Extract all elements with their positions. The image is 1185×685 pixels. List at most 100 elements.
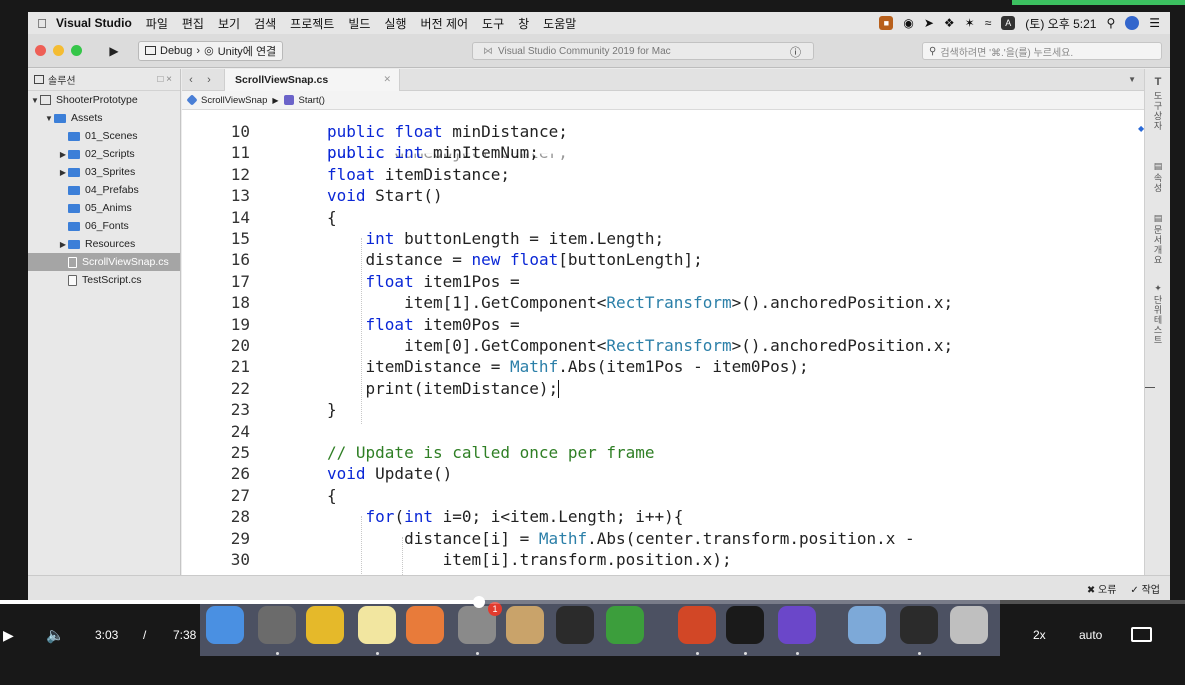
zoom-window-button[interactable] — [71, 45, 82, 56]
record-icon[interactable]: ■ — [879, 16, 894, 30]
tree-item[interactable]: ▶ Resources — [28, 235, 180, 253]
playback-speed-button[interactable]: 2x — [1033, 628, 1046, 642]
code-token: float — [327, 164, 376, 184]
disclosure-triangle-icon[interactable]: ▼ — [30, 96, 40, 105]
disclosure-triangle-icon[interactable]: ▶ — [58, 240, 68, 249]
tree-item-label: 01_Scenes — [85, 130, 138, 142]
code-token: .Abs(item1Pos - item0Pos); — [558, 357, 809, 377]
menu-item[interactable]: 프로젝트 — [290, 15, 334, 32]
tree-item[interactable]: 05_Anims — [28, 199, 180, 217]
menu-item[interactable]: 도움말 — [543, 15, 576, 32]
clock[interactable]: (토) 오후 5:21 — [1025, 15, 1096, 32]
menu-item[interactable]: 버전 제어 — [421, 15, 469, 32]
tab-document-outline[interactable]: 문서 개요 — [1150, 225, 1166, 265]
code-text: } — [327, 399, 337, 420]
chevron-right-icon: ▶ — [272, 95, 279, 105]
disclosure-triangle-icon[interactable]: ▶ — [58, 150, 68, 159]
code-token: Start() — [365, 186, 443, 206]
splitter-handle[interactable] — [1145, 387, 1155, 388]
outline-icon[interactable]: ▤ — [1150, 213, 1166, 223]
play-button[interactable]: ▶ — [3, 627, 14, 644]
tree-item[interactable]: 04_Prefabs — [28, 181, 180, 199]
menu-item[interactable]: 보기 — [218, 15, 240, 32]
nav-back-icon[interactable]: ‹ — [182, 74, 200, 86]
minimize-window-button[interactable] — [53, 45, 64, 56]
picture-in-picture-icon[interactable] — [1131, 627, 1152, 642]
spotlight-icon[interactable]: ⚲ — [1106, 16, 1115, 30]
volume-icon[interactable]: 🔈 — [46, 626, 65, 644]
search-field[interactable]: ⚲ 검색하려면 '⌘.'을(를) 누르세요. — [922, 42, 1162, 60]
toolbox-icon[interactable]: T — [1150, 77, 1166, 88]
tab-list-dropdown-icon[interactable]: ▼ — [1128, 75, 1136, 84]
editor-tab[interactable]: ScrollViewSnap.cs ✕ — [224, 68, 400, 91]
line-number: 21 — [230, 357, 250, 377]
unit-test-icon[interactable]: ✦ — [1150, 283, 1166, 293]
menu-item[interactable]: 검색 — [254, 15, 276, 32]
code-editor[interactable]: public GameObject center; 10 public float… — [182, 110, 1144, 575]
tab-unit-tests[interactable]: 단위 테스트 — [1150, 295, 1166, 345]
input-source-badge[interactable]: A — [1001, 16, 1016, 30]
disclosure-triangle-icon[interactable]: ▼ — [44, 114, 54, 123]
wifi-icon[interactable]: ≈ — [985, 16, 992, 30]
creative-cloud-icon[interactable]: ◉ — [903, 16, 913, 30]
menu-item[interactable]: 창 — [518, 15, 529, 32]
nav-forward-icon[interactable]: › — [200, 74, 218, 86]
menu-item[interactable]: 빌드 — [348, 15, 370, 32]
close-pad-icon[interactable]: □ × — [157, 74, 172, 85]
run-button[interactable]: ▶ — [102, 41, 126, 61]
ide-status-bar: ✖ 오류 ✓ 작업 — [28, 575, 1170, 600]
menu-item[interactable]: 도구 — [482, 15, 504, 32]
line-number: 30 — [230, 550, 250, 569]
code-text: for(int i=0; i<item.Length; i++){ — [327, 506, 684, 527]
app-menu[interactable]: Visual Studio — [56, 16, 132, 30]
properties-icon[interactable]: ▤ — [1150, 161, 1166, 171]
tree-item[interactable]: ScrollViewSnap.cs — [28, 253, 180, 271]
menu-item[interactable]: 편집 — [182, 15, 204, 32]
code-text: item[i].transform.position.x); — [327, 549, 732, 570]
tree-item[interactable]: TestScript.cs — [28, 271, 180, 289]
code-line: 20 item[0].GetComponent<RectTransform>()… — [182, 335, 1144, 356]
close-window-button[interactable] — [35, 45, 46, 56]
time-separator: / — [143, 628, 147, 642]
code-token: void — [327, 186, 366, 206]
tree-item-label: 06_Fonts — [85, 220, 129, 232]
bluetooth-icon[interactable]: ✶ — [965, 16, 975, 30]
tab-toolbox[interactable]: 도구 상자 — [1150, 91, 1166, 131]
tree-item[interactable]: ▶ 02_Scripts — [28, 145, 180, 163]
status-info-icon[interactable]: ⓘ — [790, 44, 801, 60]
quality-button[interactable]: auto — [1079, 628, 1102, 642]
tree-item-label: 05_Anims — [85, 202, 132, 214]
menu-item[interactable]: 실행 — [384, 15, 406, 32]
code-text: float item0Pos = — [327, 314, 520, 335]
progress-bar[interactable] — [0, 596, 1185, 608]
close-tab-icon[interactable]: ✕ — [383, 74, 391, 85]
code-token: item0Pos = — [413, 314, 520, 334]
tree-item[interactable]: 06_Fonts — [28, 217, 180, 235]
location-arrow-icon[interactable]: ➤ — [924, 16, 934, 30]
breadcrumb-method[interactable]: Start() — [299, 95, 325, 106]
tree-item[interactable]: 01_Scenes — [28, 127, 180, 145]
apple-menu-icon[interactable]:  — [28, 16, 56, 31]
dropbox-icon[interactable]: ❖ — [944, 16, 955, 30]
code-text: public float minDistance; — [327, 121, 568, 142]
progress-handle[interactable] — [472, 596, 485, 608]
code-line: 16 distance = new float[buttonLength]; — [182, 249, 1144, 270]
menu-item[interactable]: 파일 — [146, 15, 168, 32]
run-configuration-selector[interactable]: Debug › ◎ Unity에 연결 — [138, 40, 284, 61]
cs-file-icon — [68, 274, 77, 286]
disclosure-triangle-icon[interactable]: ▶ — [58, 168, 68, 177]
solution-icon — [40, 95, 51, 105]
siri-icon[interactable] — [1125, 16, 1140, 30]
tree-item[interactable]: ▶ 03_Sprites — [28, 163, 180, 181]
code-token: >().anchoredPosition.x; — [731, 293, 954, 313]
tasks-pad-button[interactable]: ✓ 작업 — [1130, 581, 1160, 596]
code-text: float item1Pos = — [327, 271, 520, 292]
notification-center-icon[interactable]: ☰ — [1149, 16, 1160, 30]
breadcrumb-class[interactable]: ScrollViewSnap — [201, 95, 267, 106]
line-number: 24 — [230, 421, 250, 441]
tab-properties[interactable]: 속성 — [1150, 173, 1166, 193]
tree-item[interactable]: ▼ ShooterPrototype — [28, 91, 180, 109]
line-number: 18 — [230, 293, 250, 313]
tree-item[interactable]: ▼ Assets — [28, 109, 180, 127]
errors-pad-button[interactable]: ✖ 오류 — [1087, 581, 1117, 596]
